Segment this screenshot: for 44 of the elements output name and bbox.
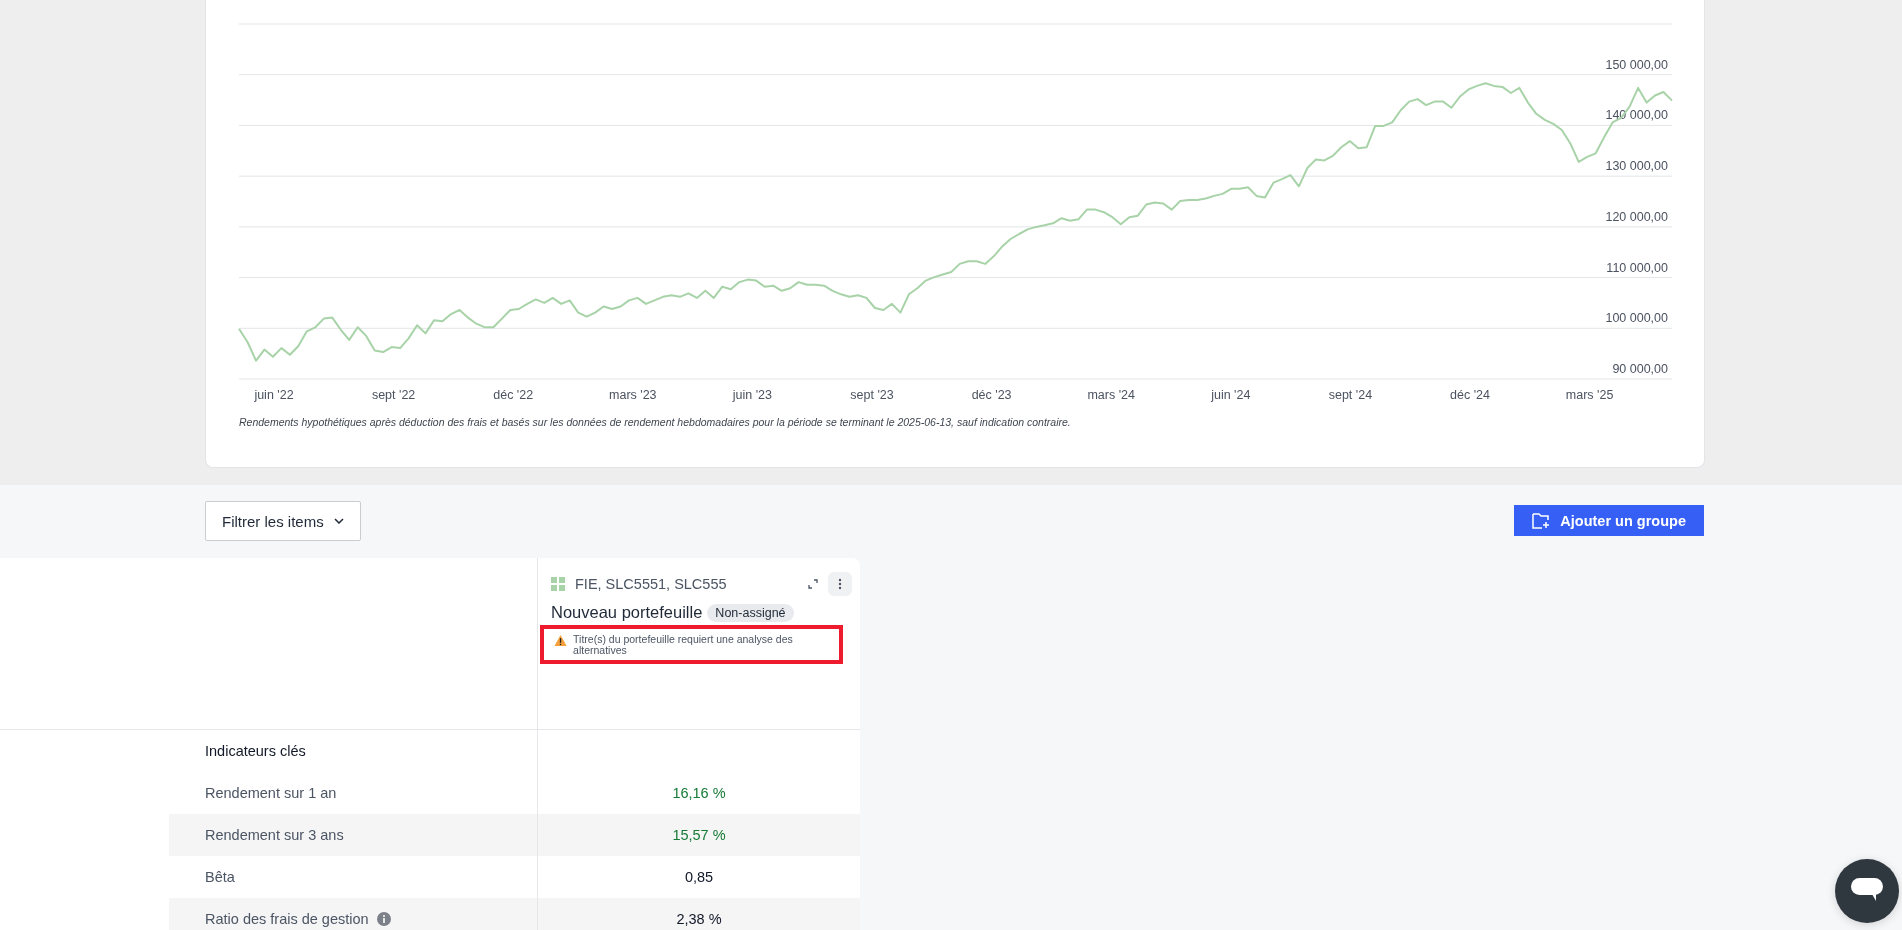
metric-label: Bêta — [205, 869, 235, 885]
metric-label: Ratio des frais de gestion — [205, 911, 369, 927]
x-axis-label: sept '23 — [850, 388, 894, 402]
y-axis-label: 120 000,00 — [1605, 209, 1668, 224]
chart-caption: Rendements hypothétiques après déduction des frais et basés sur les données de rendement hebdomadaires pour la période se terminant le 2025-06-13, sauf indication contraire. — [239, 416, 1071, 428]
x-axis-label: juin '24 — [1211, 388, 1251, 402]
metric-value: 0,85 — [684, 869, 714, 885]
metric-value: 2,38 % — [676, 911, 722, 927]
metric-label: Rendement sur 3 ans — [205, 827, 344, 843]
filter-dropdown[interactable]: Filtrer les items — [205, 501, 361, 541]
x-axis-label: juin '22 — [254, 388, 294, 402]
more-options-button[interactable] — [828, 572, 852, 596]
section-title: Indicateurs clés — [205, 743, 306, 759]
more-vertical-icon — [838, 578, 842, 590]
metric-value: 16,16 % — [672, 785, 726, 801]
status-badge: Non-assigné — [707, 603, 794, 622]
portfolio-name: Nouveau portefeuille — [551, 603, 703, 622]
warning-icon — [554, 634, 568, 647]
metric-value: 15,57 % — [672, 827, 726, 843]
x-axis-label: déc '22 — [493, 388, 534, 402]
x-axis-label: déc '23 — [971, 388, 1012, 402]
chevron-down-icon — [333, 518, 344, 524]
warning-text: Titre(s) du portefeuille requiert une analyse des alternatives — [573, 634, 794, 656]
portfolio-tickers: FIE, SLC5551, SLC555 — [575, 576, 728, 592]
x-axis-label: juin '23 — [732, 388, 772, 402]
folder-plus-icon — [1532, 512, 1551, 529]
expand-icon[interactable] — [808, 579, 818, 589]
x-axis-label: mars '24 — [1087, 388, 1135, 402]
x-axis-label: mars '23 — [609, 388, 657, 402]
y-axis-label: 140 000,00 — [1605, 108, 1668, 123]
y-axis-label: 100 000,00 — [1605, 311, 1668, 326]
y-axis-label: 110 000,00 — [1606, 260, 1668, 275]
info-icon[interactable] — [376, 912, 391, 926]
chat-button[interactable] — [1835, 859, 1899, 923]
y-axis-label: 130 000,00 — [1605, 159, 1668, 174]
metric-label: Rendement sur 1 an — [205, 785, 337, 801]
x-axis-label: mars '25 — [1565, 388, 1614, 402]
x-axis-label: sept '22 — [371, 388, 416, 402]
y-axis-label: 90 000,00 — [1612, 362, 1668, 376]
y-axis-label: 150 000,00 — [1605, 57, 1668, 72]
x-axis-label: déc '24 — [1450, 388, 1490, 402]
grid-icon — [551, 577, 565, 591]
add-group-button[interactable]: Ajouter un groupe — [1514, 505, 1704, 536]
x-axis-label: sept '24 — [1328, 388, 1373, 402]
